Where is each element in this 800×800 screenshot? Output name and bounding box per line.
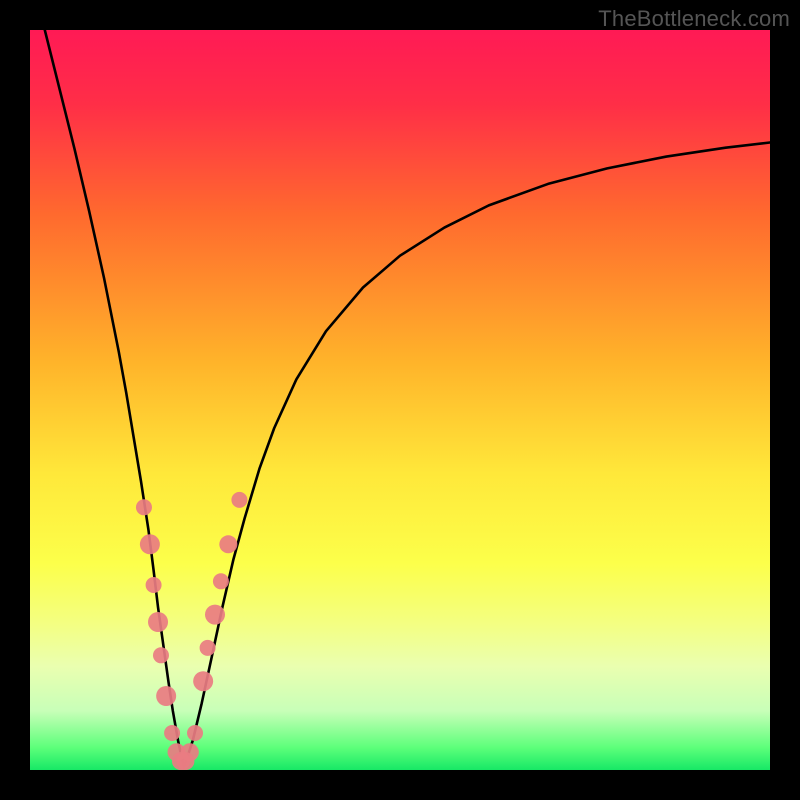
- data-point-marker: [148, 612, 168, 632]
- data-point-marker: [193, 671, 213, 691]
- data-point-marker: [219, 535, 237, 553]
- data-point-marker: [181, 743, 199, 761]
- gradient-background: [30, 30, 770, 770]
- data-point-marker: [205, 605, 225, 625]
- data-point-marker: [136, 499, 152, 515]
- data-point-marker: [164, 725, 180, 741]
- data-point-marker: [140, 534, 160, 554]
- data-point-marker: [213, 573, 229, 589]
- chart-svg: [30, 30, 770, 770]
- chart-frame: TheBottleneck.com: [0, 0, 800, 800]
- data-point-marker: [200, 640, 216, 656]
- data-point-marker: [156, 686, 176, 706]
- data-point-marker: [231, 492, 247, 508]
- plot-area: [30, 30, 770, 770]
- data-point-marker: [146, 577, 162, 593]
- data-point-marker: [153, 647, 169, 663]
- data-point-marker: [187, 725, 203, 741]
- watermark-text: TheBottleneck.com: [598, 6, 790, 32]
